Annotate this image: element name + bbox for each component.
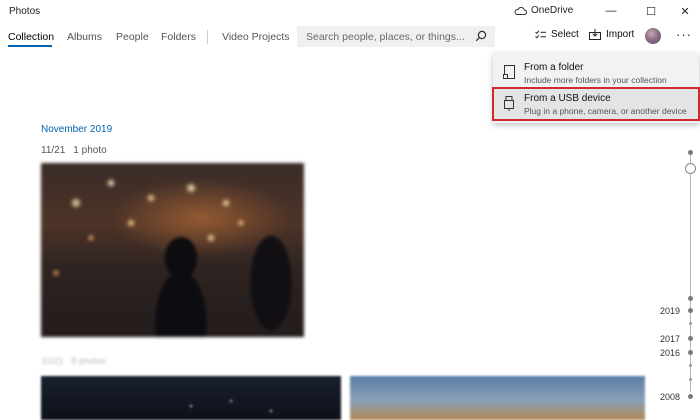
menu-item-subtitle: Include more folders in your collection bbox=[524, 75, 667, 85]
timeline-marker[interactable] bbox=[688, 308, 693, 313]
photo-thumbnail[interactable] bbox=[350, 376, 645, 420]
timeline-marker[interactable] bbox=[688, 394, 693, 399]
timeline-marker[interactable] bbox=[688, 336, 693, 341]
select-label: Select bbox=[551, 29, 579, 40]
avatar[interactable] bbox=[645, 28, 661, 44]
more-options-button[interactable]: ··· bbox=[676, 27, 692, 42]
import-button[interactable]: Import bbox=[589, 29, 634, 40]
tab-video-projects[interactable]: Video Projects bbox=[222, 31, 290, 43]
cloud-icon bbox=[514, 7, 527, 15]
select-button[interactable]: Select bbox=[535, 29, 579, 40]
timeline-marker bbox=[689, 322, 692, 325]
timeline-track[interactable] bbox=[690, 152, 691, 392]
close-button[interactable]: ✕ bbox=[670, 0, 700, 22]
tab-albums[interactable]: Albums bbox=[67, 31, 102, 43]
timeline-marker bbox=[689, 378, 692, 381]
minimize-button[interactable]: — bbox=[596, 0, 626, 22]
menu-item-from-folder[interactable]: From a folder Include more folders in yo… bbox=[493, 57, 699, 89]
timeline-marker[interactable] bbox=[688, 150, 693, 155]
group-date: 10/21 bbox=[41, 356, 64, 366]
group-photo-count: 1 photo bbox=[73, 145, 107, 156]
month-heading[interactable]: November 2019 bbox=[41, 124, 112, 135]
menu-item-title: From a USB device bbox=[524, 93, 611, 104]
photo-thumbnail[interactable] bbox=[41, 376, 341, 420]
menu-item-subtitle: Plug in a phone, camera, or another devi… bbox=[524, 106, 687, 116]
timeline-marker[interactable] bbox=[688, 296, 693, 301]
search-box[interactable]: Search people, places, or things... bbox=[297, 26, 495, 47]
maximize-button[interactable]: ☐ bbox=[636, 0, 666, 22]
timeline-handle[interactable] bbox=[685, 163, 696, 174]
onedrive-status[interactable]: OneDrive bbox=[514, 5, 573, 16]
timeline-year[interactable]: 2019 bbox=[660, 306, 680, 316]
menu-item-title: From a folder bbox=[524, 62, 584, 73]
timeline-year[interactable]: 2017 bbox=[660, 334, 680, 344]
menu-item-from-usb-device[interactable]: From a USB device Plug in a phone, camer… bbox=[492, 87, 700, 121]
title-bar: Photos OneDrive — ☐ ✕ bbox=[0, 0, 700, 24]
tab-people[interactable]: People bbox=[116, 31, 149, 43]
usb-icon bbox=[504, 96, 514, 111]
search-input[interactable]: Search people, places, or things... bbox=[306, 31, 465, 43]
photo-thumbnail[interactable] bbox=[41, 163, 304, 337]
import-icon bbox=[589, 29, 601, 40]
timeline-year[interactable]: 2008 bbox=[660, 392, 680, 402]
select-icon bbox=[535, 29, 546, 39]
date-group-header: 10/21 8 photos bbox=[41, 356, 106, 366]
active-tab-indicator bbox=[8, 45, 52, 47]
folder-icon bbox=[503, 65, 515, 79]
search-icon[interactable] bbox=[475, 30, 487, 42]
timeline-marker bbox=[689, 364, 692, 367]
timeline-marker[interactable] bbox=[688, 350, 693, 355]
import-label: Import bbox=[606, 29, 635, 40]
import-menu: From a folder Include more folders in yo… bbox=[492, 53, 700, 123]
tab-collection[interactable]: Collection bbox=[8, 31, 54, 43]
onedrive-label: OneDrive bbox=[531, 5, 574, 16]
timeline-year[interactable]: 2016 bbox=[660, 348, 680, 358]
app-title: Photos bbox=[9, 6, 41, 17]
date-group-header: 11/21 1 photo bbox=[41, 145, 107, 156]
group-date: 11/21 bbox=[41, 145, 66, 156]
tab-folders[interactable]: Folders bbox=[161, 31, 196, 43]
nav-divider bbox=[207, 30, 208, 44]
group-photo-count: 8 photos bbox=[71, 356, 107, 366]
